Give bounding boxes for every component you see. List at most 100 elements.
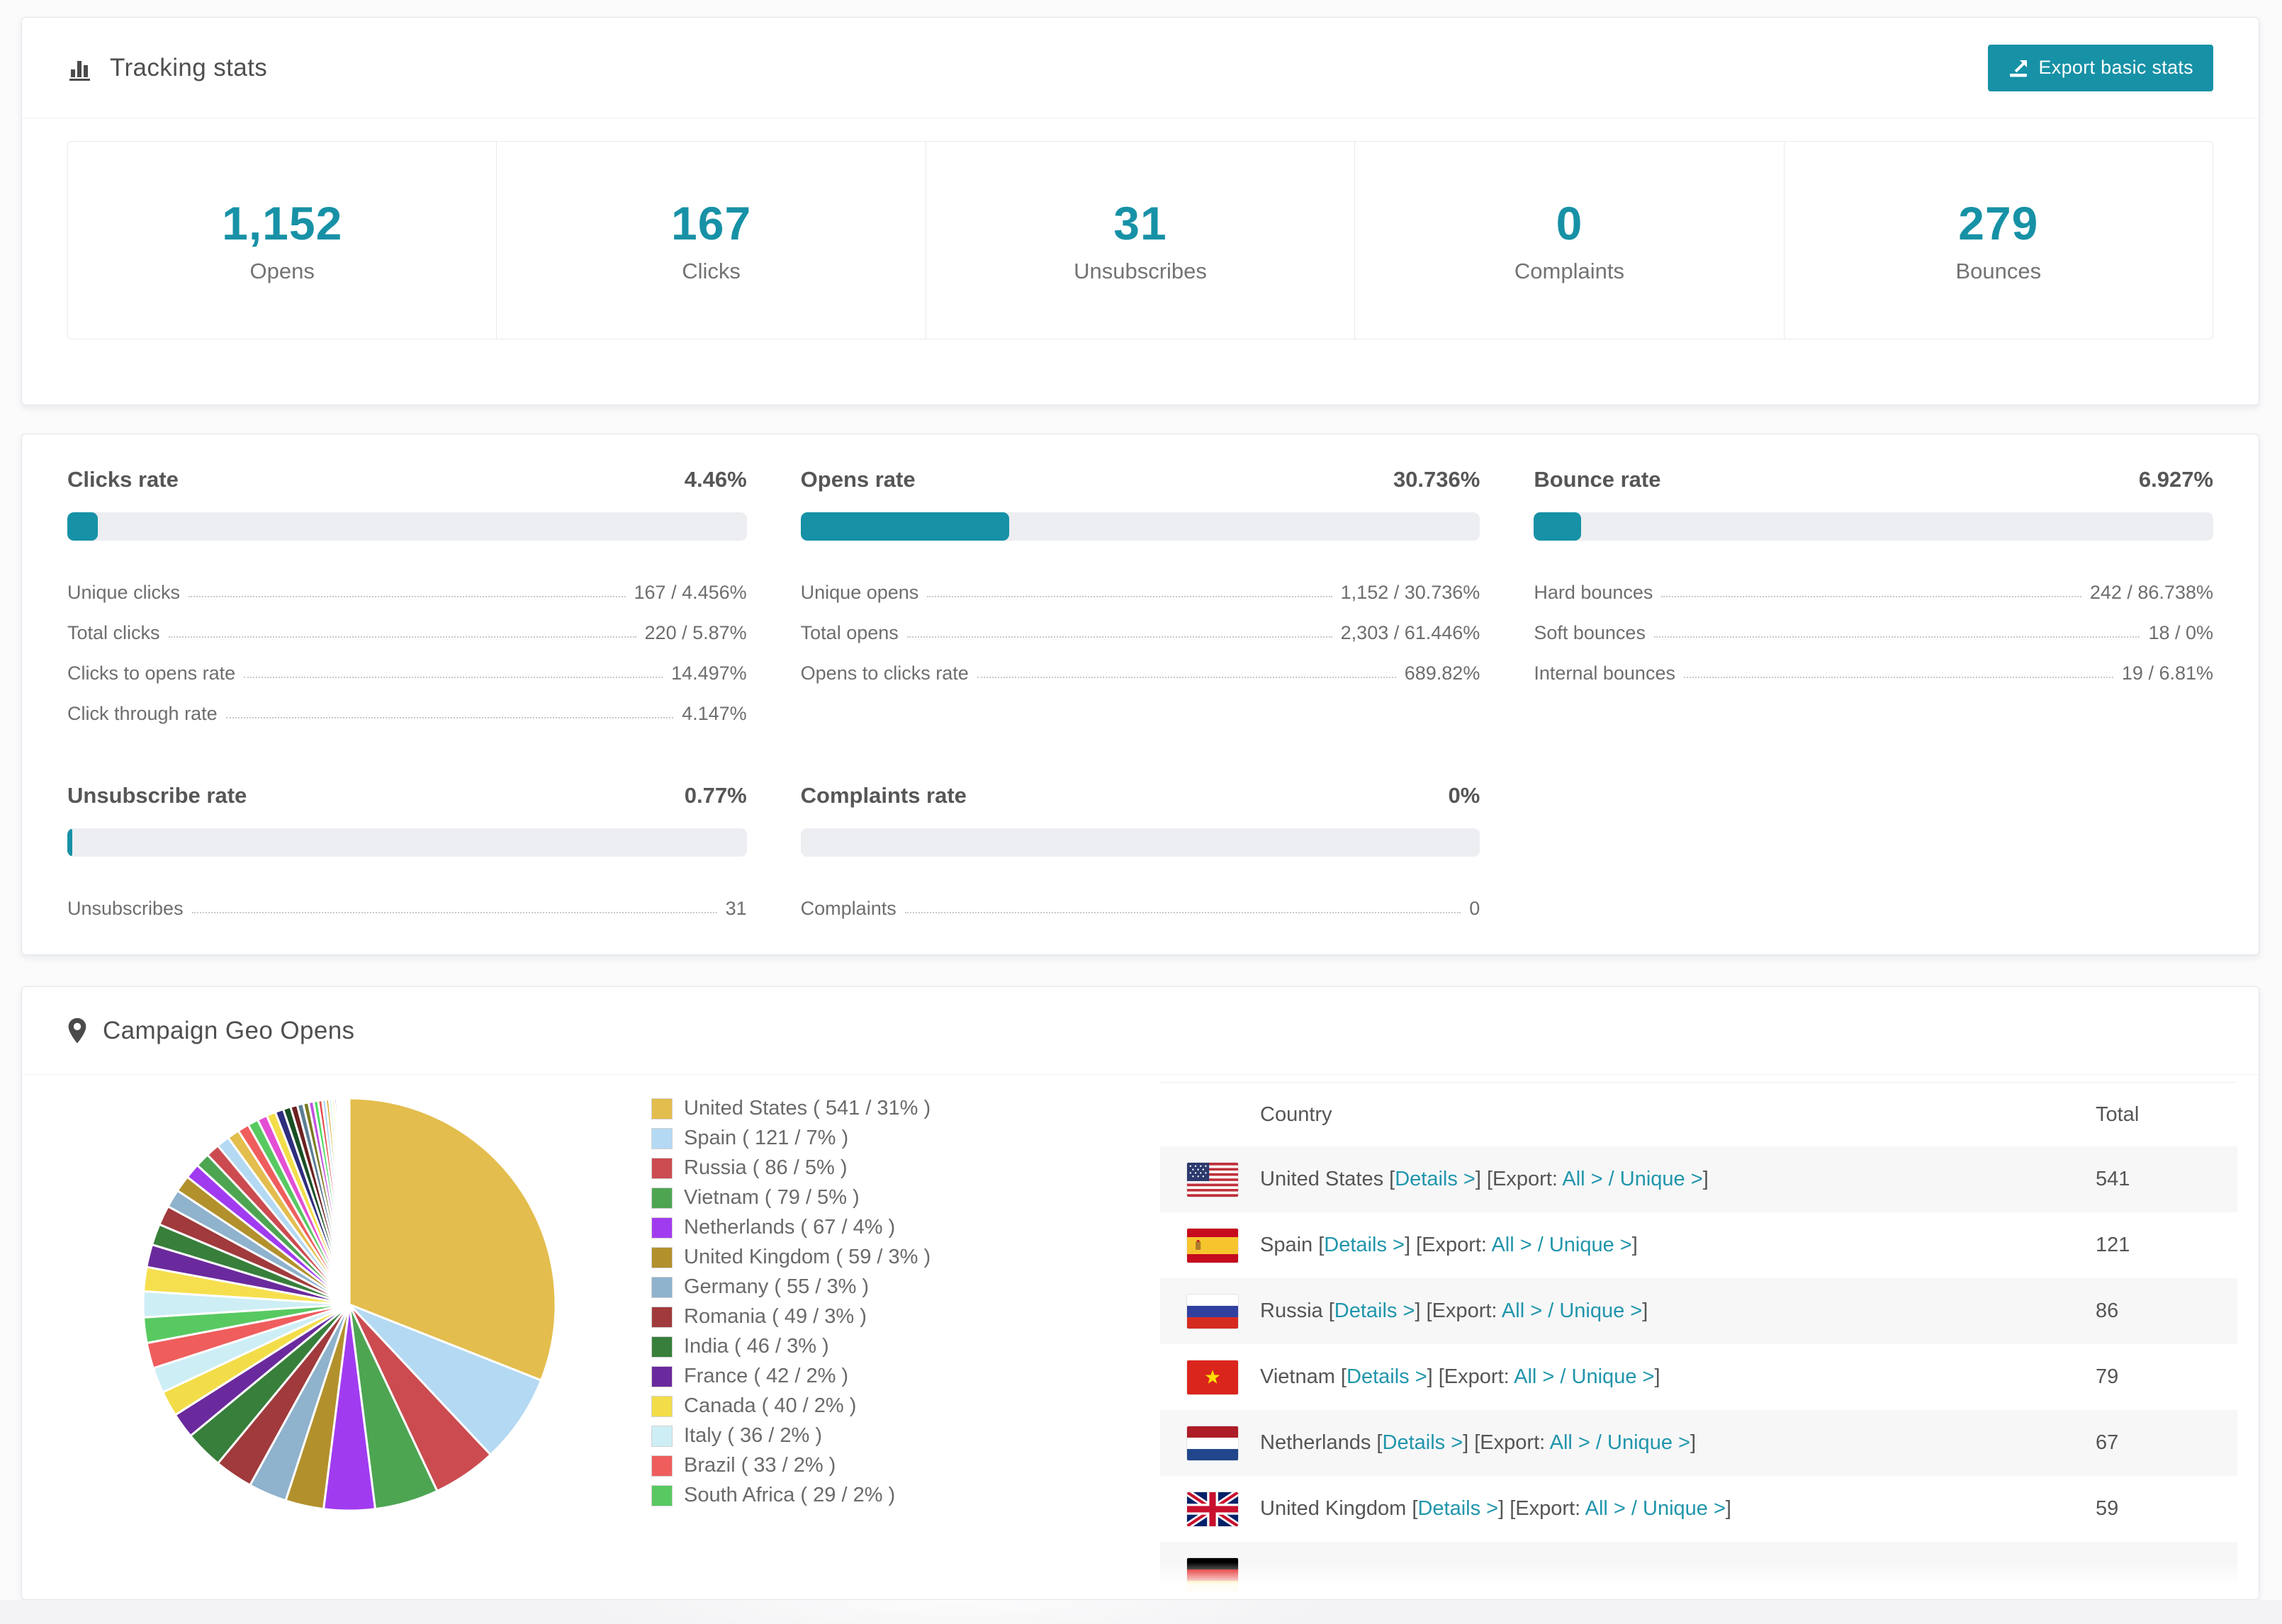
export-all-link[interactable]: All > [1514,1365,1554,1388]
dotted-leader [1653,636,2140,638]
rate-section-head: Unsubscribe rate 0.77% [67,783,747,808]
bracket: [ [1313,1234,1325,1256]
export-unique-link[interactable]: Unique > [1643,1497,1726,1520]
dotted-leader [1661,596,2081,597]
export-basic-stats-button[interactable]: Export basic stats [1987,44,2213,91]
rate-detail-value: 689.82% [1404,662,1480,684]
details-link[interactable]: Details > [1334,1299,1415,1322]
details-link[interactable]: Details > [1417,1497,1498,1520]
rate-detail-row: Hard bounces 242 / 86.738% [1534,563,2213,604]
rate-value: 30.736% [1393,467,1480,492]
table-row-united-states: United States [Details >] [Export: All >… [1160,1146,2237,1212]
table-row-vietnam: Vietnam [Details >] [Export: All > / Uni… [1160,1344,2237,1410]
rate-title: Opens rate [800,467,916,492]
stat-box-unsubscribes: 31 Unsubscribes [926,142,1356,339]
rate-section-unsubscribe-rate: Unsubscribe rate 0.77% Unsubscribes 31 [67,783,747,920]
table-row-russia: Russia [Details >] [Export: All > / Uniq… [1160,1278,2237,1344]
rate-section-bounce-rate: Bounce rate 6.927% Hard bounces 242 / 86.73… [1534,467,2213,725]
rate-detail-row: Soft bounces 18 / 0% [1534,604,2213,644]
table-row-spain: Spain [Details >] [Export: All > / Uniqu… [1160,1212,2237,1278]
bracket: ] [1690,1431,1697,1454]
geo-pie-chart[interactable] [137,1092,562,1517]
details-link[interactable]: Details > [1324,1234,1405,1256]
export-unique-link[interactable]: Unique > [1572,1365,1655,1388]
progress-bar [800,828,1480,857]
rate-detail-value: 18 / 0% [2148,622,2213,643]
bracket: ] [1702,1168,1709,1190]
tracking-stats-card: Tracking stats Export basic stats 1,152 O… [21,17,2259,405]
rate-detail-row: Total clicks 220 / 5.87% [67,604,747,644]
export-all-link[interactable]: All > [1491,1234,1531,1256]
legend-label: India ( 46 / 3% ) [684,1335,829,1358]
rate-section-complaints-rate: Complaints rate 0% Complaints 0 [800,783,1480,920]
rates-grid: Clicks rate 4.46% Unique clicks 167 / 4.456… [22,434,2259,952]
export-all-link[interactable]: All > [1562,1168,1602,1190]
bracket: ] [1725,1497,1731,1520]
rate-detail-value: 167 / 4.456% [634,582,747,603]
export-icon [2008,57,2029,79]
page-title: Tracking stats [110,53,268,81]
export-unique-link[interactable]: Unique > [1549,1234,1632,1256]
legend-label: Germany ( 55 / 3% ) [684,1275,870,1298]
column-header-country: Country [1260,1103,1332,1126]
rate-detail-row: Total opens 2,303 / 61.446% [801,604,1480,644]
column-header-total: Total [2096,1103,2140,1126]
progress-bar-fill [67,512,98,541]
slash-separator: / [1590,1431,1608,1454]
bracket: [ [1371,1431,1383,1454]
ru-flag-icon [1187,1294,1238,1329]
details-link[interactable]: Details > [1383,1431,1463,1454]
country-name: United States [1260,1168,1384,1190]
rate-detail-label: Internal bounces [1534,662,1675,684]
geo-table-body: United States [Details >] [Export: All >… [1160,1146,2237,1599]
rate-detail-value: 19 / 6.81% [2121,662,2213,684]
legend-label: Netherlands ( 67 / 4% ) [684,1216,896,1239]
campaign-geo-opens-card: Campaign Geo Opens United States ( 541 /… [21,986,2259,1600]
export-all-link[interactable]: All > [1502,1299,1542,1322]
total-cell: 121 [2096,1234,2130,1256]
dotted-leader [904,912,1461,913]
rates-card: Clicks rate 4.46% Unique clicks 167 / 4.456… [21,434,2259,955]
rate-detail-value: 14.497% [671,662,747,684]
export-unique-link[interactable]: Unique > [1620,1168,1703,1190]
export-all-link[interactable]: All > [1585,1497,1626,1520]
stat-label: Unsubscribes [1074,259,1207,283]
country-cell: Vietnam [Details >] [Export: All > / Uni… [1260,1365,2096,1389]
dotted-leader [168,636,636,638]
de-flag-icon [1187,1557,1238,1592]
legend-item-spain: Spain ( 121 / 7% ) [651,1127,931,1149]
legend-swatch [651,1365,673,1387]
export-all-link[interactable]: All > [1550,1431,1590,1454]
legend-swatch [651,1157,673,1179]
export-unique-link[interactable]: Unique > [1559,1299,1642,1322]
legend-label: Romania ( 49 / 3% ) [684,1305,867,1328]
country-name: Vietnam [1260,1365,1335,1388]
rate-detail-label: Click through rate [67,703,218,724]
legend-swatch [651,1395,673,1417]
country-cell: Russia [Details >] [Export: All > / Uniq… [1260,1299,2096,1323]
rate-detail-label: Total clicks [67,622,160,643]
details-link[interactable]: Details > [1347,1365,1427,1388]
details-link[interactable]: Details > [1395,1168,1476,1190]
country-cell: Netherlands [Details >] [Export: All > /… [1260,1431,2096,1455]
stat-value: 279 [1958,197,2039,249]
stat-label: Bounces [1955,259,2042,283]
slash-separator: / [1531,1234,1549,1256]
progress-bar [800,512,1480,541]
total-cell: 541 [2096,1168,2130,1190]
vn-flag-icon [1187,1360,1238,1394]
bracket: [ [1334,1365,1347,1388]
rate-value: 0.77% [684,783,747,808]
rate-section-opens-rate: Opens rate 30.736% Unique opens 1,152 / 30.… [800,467,1480,725]
es-flag-icon [1187,1228,1238,1263]
stat-box-bounces: 279 Bounces [1784,142,2213,339]
legend-swatch [651,1127,673,1149]
export-unique-link[interactable]: Unique > [1607,1431,1690,1454]
bracket: ] [1642,1299,1648,1322]
rate-detail-label: Complaints [800,898,896,919]
rate-detail-value: 31 [725,898,747,919]
legend-label: Vietnam ( 79 / 5% ) [684,1186,860,1209]
bracket: ] [1631,1234,1638,1256]
rate-detail-label: Hard bounces [1534,582,1653,603]
rate-value: 6.927% [2138,467,2213,492]
